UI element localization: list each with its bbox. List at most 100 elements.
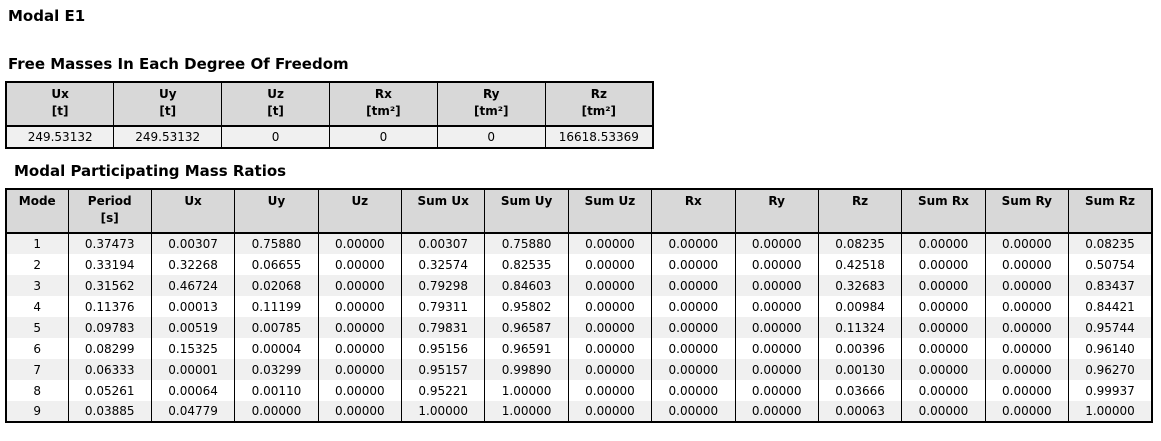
table-cell: 0.00000 xyxy=(652,254,735,275)
free-masses-table: Ux[t]Uy[t]Uz[t]Rx[tm²]Ry[tm²]Rz[tm²]249.… xyxy=(5,81,654,149)
table-cell: 0.00000 xyxy=(568,254,651,275)
table-cell: 3 xyxy=(6,275,68,296)
table-cell: 0.00000 xyxy=(568,401,651,422)
table-cell: 0.96587 xyxy=(485,317,568,338)
table-cell: 0.96591 xyxy=(485,338,568,359)
column-header-unit: [tm²] xyxy=(548,103,650,119)
table-cell: 0.00000 xyxy=(902,380,985,401)
table-cell: 0.33194 xyxy=(68,254,151,275)
table-cell: 0.84603 xyxy=(485,275,568,296)
table-cell: 0.00000 xyxy=(985,254,1068,275)
table-cell: 0.05261 xyxy=(68,380,151,401)
table-cell: 0.00000 xyxy=(902,401,985,422)
table-cell: 0.00000 xyxy=(735,401,818,422)
column-header-unit xyxy=(738,210,816,226)
table-cell: 0.04779 xyxy=(151,401,234,422)
table-cell: 0.00000 xyxy=(318,275,401,296)
column-header-uy: Uy xyxy=(235,189,318,233)
table-cell: 0.00004 xyxy=(235,338,318,359)
table-cell: 4 xyxy=(6,296,68,317)
column-header-unit xyxy=(9,210,66,226)
table-cell: 0.00000 xyxy=(235,401,318,422)
table-cell: 0.00130 xyxy=(818,359,901,380)
table-cell: 249.53132 xyxy=(6,126,114,148)
table-cell: 249.53132 xyxy=(114,126,222,148)
table-cell: 0.37473 xyxy=(68,233,151,254)
table-cell: 0.00000 xyxy=(902,275,985,296)
table-cell: 0.00307 xyxy=(402,233,485,254)
column-header-unit xyxy=(404,210,482,226)
table-cell: 0.00000 xyxy=(318,233,401,254)
table-cell: 0.00000 xyxy=(568,275,651,296)
table-cell: 0.00000 xyxy=(985,275,1068,296)
table-cell: 0.00000 xyxy=(985,296,1068,317)
table-cell: 0.00000 xyxy=(902,359,985,380)
table-cell: 0.00013 xyxy=(151,296,234,317)
header-row: ModePeriod[s]UxUyUzSum UxSum UySum UzRxR… xyxy=(6,189,1152,233)
table-cell: 0.96270 xyxy=(1069,359,1153,380)
table-cell: 1.00000 xyxy=(485,401,568,422)
table-cell: 0.00000 xyxy=(985,233,1068,254)
column-header-unit: [tm²] xyxy=(440,103,543,119)
column-header-mode: Mode xyxy=(6,189,68,233)
table-cell: 0.32268 xyxy=(151,254,234,275)
table-cell: 0.00000 xyxy=(735,338,818,359)
table-cell: 0.15325 xyxy=(151,338,234,359)
column-header-unit xyxy=(571,210,649,226)
column-header-label: Rx xyxy=(332,86,435,102)
table-cell: 2 xyxy=(6,254,68,275)
column-header-unit xyxy=(321,210,399,226)
table-cell: 0.83437 xyxy=(1069,275,1153,296)
table-cell: 0.00000 xyxy=(902,233,985,254)
table-cell: 1 xyxy=(6,233,68,254)
column-header-unit xyxy=(654,210,732,226)
header-row: Ux[t]Uy[t]Uz[t]Rx[tm²]Ry[tm²]Rz[tm²] xyxy=(6,82,653,126)
table-row: 80.052610.000640.001100.000000.952211.00… xyxy=(6,380,1152,401)
table-cell: 0.00000 xyxy=(652,275,735,296)
column-header-label: Period xyxy=(71,193,149,209)
report-page: Modal E1 Free Masses In Each Degree Of F… xyxy=(0,0,1161,423)
table-cell: 0.00000 xyxy=(652,359,735,380)
table-row: 10.374730.003070.758800.000000.003070.75… xyxy=(6,233,1152,254)
column-header-label: Ux xyxy=(9,86,111,102)
table-cell: 0.42518 xyxy=(818,254,901,275)
table-cell: 9 xyxy=(6,401,68,422)
table-cell: 0.00000 xyxy=(652,233,735,254)
table-cell: 0.00000 xyxy=(735,317,818,338)
table-cell: 0.79311 xyxy=(402,296,485,317)
column-header-label: Ry xyxy=(440,86,543,102)
table-cell: 0.00000 xyxy=(985,338,1068,359)
table-cell: 0 xyxy=(437,126,545,148)
table-cell: 0.95802 xyxy=(485,296,568,317)
table-cell: 0.00064 xyxy=(151,380,234,401)
column-header-unit xyxy=(821,210,899,226)
table-cell: 0.00000 xyxy=(568,296,651,317)
table-cell: 0.79298 xyxy=(402,275,485,296)
table-cell: 0.08299 xyxy=(68,338,151,359)
table-cell: 0.00000 xyxy=(318,338,401,359)
table-cell: 0.99890 xyxy=(485,359,568,380)
table-cell: 0.00000 xyxy=(652,380,735,401)
table-row: 50.097830.005190.007850.000000.798310.96… xyxy=(6,317,1152,338)
table-cell: 0.95221 xyxy=(402,380,485,401)
table-cell: 0.00000 xyxy=(902,317,985,338)
table-cell: 0.00000 xyxy=(318,317,401,338)
table-cell: 0.00000 xyxy=(568,380,651,401)
table-row: 90.038850.047790.000000.000001.000001.00… xyxy=(6,401,1152,422)
table-cell: 0.00110 xyxy=(235,380,318,401)
column-header-sum-ry: Sum Ry xyxy=(985,189,1068,233)
table-cell: 0 xyxy=(222,126,330,148)
table-cell: 0.00000 xyxy=(652,317,735,338)
table-cell: 0.00000 xyxy=(568,338,651,359)
column-header-label: Mode xyxy=(9,193,66,209)
column-header-label: Uz xyxy=(224,86,327,102)
column-header-rz: Rz xyxy=(818,189,901,233)
column-header-label: Sum Uz xyxy=(571,193,649,209)
table-row: 30.315620.467240.020680.000000.792980.84… xyxy=(6,275,1152,296)
table-cell: 0.75880 xyxy=(235,233,318,254)
free-masses-section: Free Masses In Each Degree Of Freedom Ux… xyxy=(5,55,1155,149)
table-row: 249.53132249.5313200016618.53369 xyxy=(6,126,653,148)
table-cell: 0.06655 xyxy=(235,254,318,275)
table-cell: 0.00063 xyxy=(818,401,901,422)
column-header-ry: Ry xyxy=(735,189,818,233)
